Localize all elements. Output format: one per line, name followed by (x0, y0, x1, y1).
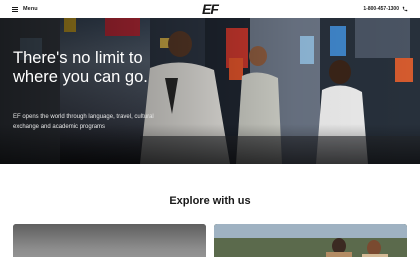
explore-title: Explore with us (169, 195, 251, 207)
phone-link[interactable]: 1-800-457-1300 (363, 6, 408, 12)
hero-subtitle: EF opens the world through language, tra… (13, 114, 154, 130)
explore-card-2[interactable] (214, 224, 407, 257)
hamburger-icon (12, 6, 18, 12)
hero-banner: There's no limit to where you can go. EF… (0, 18, 420, 164)
phone-icon (402, 6, 408, 12)
explore-card-1-image (13, 224, 206, 257)
phone-number: 1-800-457-1300 (363, 6, 399, 12)
hero-title: There's no limit to where you can go. (13, 49, 148, 86)
explore-card-1[interactable] (13, 224, 206, 257)
menu-label: Menu (23, 6, 38, 12)
menu-button[interactable]: Menu (12, 6, 38, 12)
ef-logo[interactable]: EF (202, 1, 219, 17)
site-header: Menu EF 1-800-457-1300 (0, 0, 420, 18)
explore-card-2-image (214, 224, 407, 257)
